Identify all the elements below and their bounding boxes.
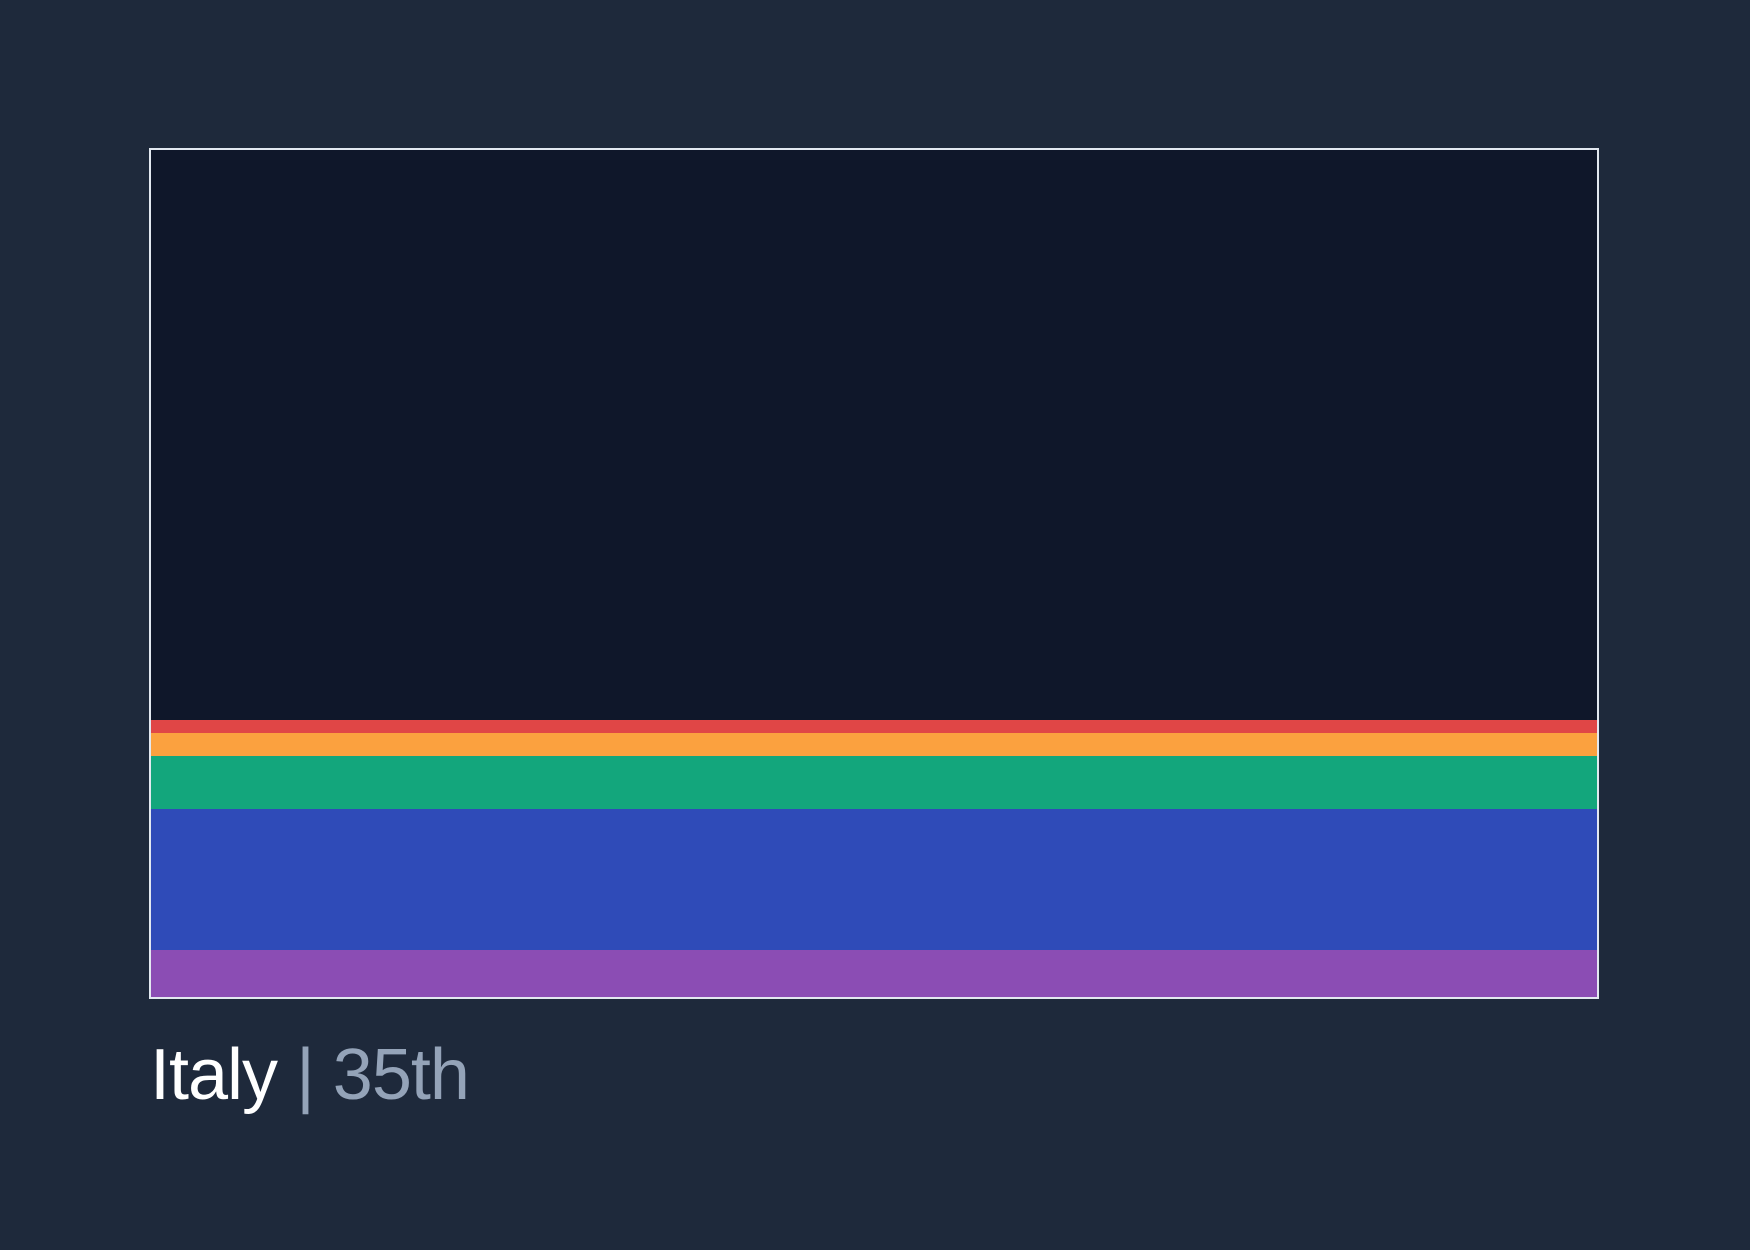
- color-band-stack: [151, 720, 1597, 997]
- band-orange: [151, 733, 1597, 756]
- band-green: [151, 756, 1597, 809]
- band-purple: [151, 950, 1597, 997]
- caption: Italy | 35th: [150, 1030, 470, 1120]
- caption-separator: |: [296, 1035, 315, 1115]
- band-red: [151, 720, 1597, 733]
- country-name: Italy: [150, 1035, 278, 1115]
- band-blue: [151, 809, 1597, 950]
- rank-label: 35th: [332, 1035, 470, 1115]
- flag-card: [149, 148, 1599, 999]
